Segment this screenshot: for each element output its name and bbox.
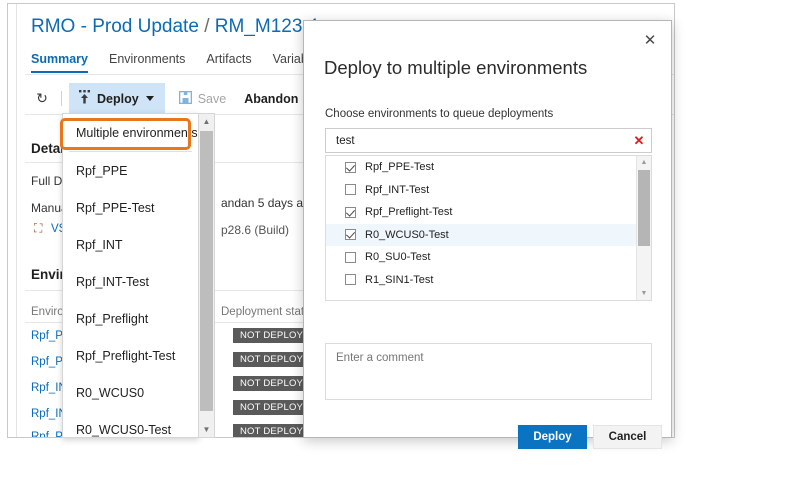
menu-scrollbar[interactable]: ▲ ▼	[199, 113, 215, 438]
chevron-up-icon[interactable]: ▲	[637, 156, 651, 169]
list-scrollbar[interactable]: ▲ ▼	[636, 156, 651, 300]
details-build-meta: p28.6 (Build)	[221, 223, 290, 237]
list-item[interactable]: R1_SIN1-Test	[326, 269, 651, 292]
menu-scrollbar-thumb[interactable]	[200, 131, 213, 411]
menu-item-rpf-ppe[interactable]: Rpf_PPE	[63, 152, 198, 189]
build-icon: ⛶	[34, 221, 43, 235]
list-item-label: R1_SIN1-Test	[365, 273, 434, 286]
deploy-button-label: Deploy	[97, 91, 139, 106]
deploy-dropdown-menu[interactable]: Multiple environments Rpf_PPE Rpf_PPE-Te…	[62, 113, 199, 438]
list-item-label: R0_SU0-Test	[365, 251, 431, 264]
chevron-down-icon	[145, 96, 154, 101]
menu-item-rpf-preflight-test[interactable]: Rpf_Preflight-Test	[63, 337, 198, 374]
tab-summary[interactable]: Summary	[31, 52, 88, 73]
deploy-button[interactable]: Deploy	[69, 82, 165, 115]
chevron-down-icon[interactable]: ▼	[637, 287, 651, 300]
checkbox-unchecked-icon[interactable]	[345, 184, 356, 196]
list-item-label: Rpf_PPE-Test	[365, 161, 435, 174]
checkbox-checked-icon[interactable]	[345, 161, 356, 173]
save-floppy-icon	[178, 90, 192, 107]
close-icon[interactable]: ✕	[639, 29, 661, 51]
breadcrumb-separator: /	[204, 16, 210, 37]
menu-item-rpf-int[interactable]: Rpf_INT	[63, 226, 198, 263]
breadcrumb-release-definition[interactable]: RMO - Prod Update	[31, 16, 199, 37]
menu-item-rpf-ppe-test[interactable]: Rpf_PPE-Test	[63, 189, 198, 226]
checkbox-unchecked-icon[interactable]	[345, 274, 356, 286]
list-item[interactable]: Rpf_INT-Test	[326, 179, 651, 202]
menu-item-rpf-int-test[interactable]: Rpf_INT-Test	[63, 263, 198, 300]
list-item-label: Rpf_INT-Test	[365, 183, 430, 196]
tab-environments[interactable]: Environments	[109, 52, 185, 73]
save-button-label: Save	[197, 91, 227, 106]
comment-input[interactable]	[325, 343, 652, 400]
list-item[interactable]: R0_SU0-Test	[326, 246, 651, 269]
toolbar-divider	[61, 91, 62, 106]
abandon-button[interactable]: Abandon	[236, 92, 306, 106]
menu-item-r0-wcus0[interactable]: R0_WCUS0	[63, 374, 198, 411]
page-tabs: Summary Environments Artifacts Variables	[31, 52, 324, 73]
list-item-label: Rpf_Preflight-Test	[365, 206, 453, 219]
environments-field-label: Choose environments to queue deployments	[325, 108, 554, 120]
environment-checkbox-list[interactable]: Rpf_PPE-Test Rpf_INT-Test Rpf_Preflight-…	[325, 155, 652, 301]
screenshot-root: RMO - Prod Update / RM_M123.4 Summary En…	[0, 0, 800, 500]
deploy-upload-icon	[78, 90, 91, 107]
clear-x-icon[interactable]: ✕	[627, 133, 651, 149]
chevron-down-icon[interactable]: ▼	[199, 422, 214, 437]
list-scrollbar-thumb[interactable]	[638, 170, 650, 246]
refresh-icon[interactable]: ↻	[25, 90, 59, 107]
menu-item-rpf-preflight[interactable]: Rpf_Preflight	[63, 300, 198, 337]
list-item-label: R0_WCUS0-Test	[365, 228, 449, 241]
menu-item-r0-wcus0-test[interactable]: R0_WCUS0-Test	[63, 411, 198, 437]
save-button: Save	[165, 90, 237, 107]
deploy-multiple-environments-dialog: ✕ Deploy to multiple environments Choose…	[303, 20, 672, 449]
checkbox-checked-icon[interactable]	[345, 229, 356, 241]
list-item[interactable]: Rpf_PPE-Test	[326, 156, 651, 179]
checkbox-checked-icon[interactable]	[345, 206, 356, 218]
dialog-deploy-button[interactable]: Deploy	[518, 425, 587, 449]
menu-item-multiple-environments[interactable]: Multiple environments	[63, 114, 198, 151]
tab-artifacts[interactable]: Artifacts	[206, 52, 251, 73]
list-item[interactable]: Rpf_Preflight-Test	[326, 201, 651, 224]
checkbox-unchecked-icon[interactable]	[345, 251, 356, 263]
chevron-up-icon[interactable]: ▲	[199, 114, 214, 129]
search-input[interactable]	[326, 133, 627, 148]
dialog-title: Deploy to multiple environments	[324, 57, 588, 78]
dialog-cancel-button[interactable]: Cancel	[593, 425, 662, 449]
environment-search-box[interactable]: ✕	[325, 128, 652, 153]
breadcrumb: RMO - Prod Update / RM_M123.4	[31, 16, 318, 38]
list-item[interactable]: R0_WCUS0-Test	[326, 223, 651, 246]
column-header-deployment-status: Deployment statu	[221, 306, 311, 318]
